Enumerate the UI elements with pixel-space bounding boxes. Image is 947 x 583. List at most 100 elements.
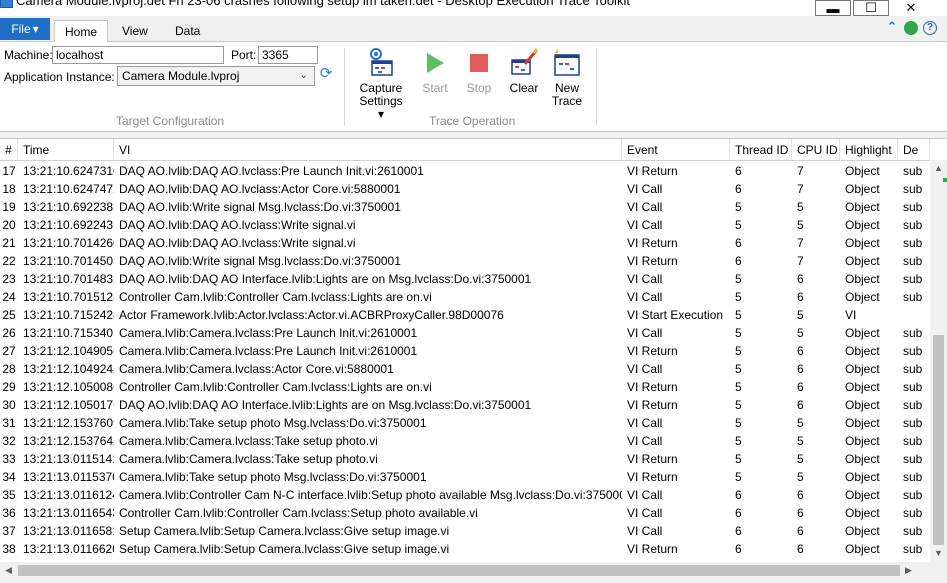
row-time: 13:21:13.0115141 [23,452,114,466]
table-row[interactable]: 23 13:21:10.7014832 DAQ AO.lvlib:DAQ AO In… [0,270,930,288]
clear-button[interactable]: Clear [506,48,542,95]
table-row[interactable]: 36 13:21:13.0116543 Controller Cam.lvlib:C… [0,504,930,522]
chevron-down-icon: ⌄ [299,70,308,81]
horizontal-scroll-thumb[interactable] [18,565,900,576]
scroll-marker [943,178,947,182]
row-highlight: Object [845,344,880,358]
row-event: VI Return [627,344,678,358]
table-header: # Time VI Event Thread ID CPU ID Highlig… [0,139,947,161]
table-row[interactable]: 35 13:21:13.0116124 Camera.lvlib:Controlle… [0,486,930,504]
start-button[interactable]: Start [418,48,452,95]
column-header-highlight[interactable]: Highlight [840,139,898,161]
table-row[interactable]: 20 13:21:10.6922431 DAQ AO.lvlib:DAQ AO.lv… [0,216,930,234]
row-details: sub [903,164,923,178]
column-header-thread-id[interactable]: Thread ID [730,139,792,161]
help-icon[interactable]: ? [923,21,937,35]
scroll-left-icon[interactable]: ◀ [0,562,17,579]
table-row[interactable]: 34 13:21:13.0115370 Camera.lvlib:Take setu… [0,468,930,486]
vertical-scroll-thumb[interactable] [933,335,944,545]
row-event: VI Call [627,272,663,286]
row-thread-id: 6 [735,506,742,520]
status-icons: ⌃ ? [885,20,937,35]
row-index: 34 [2,470,16,484]
table-row[interactable]: 32 13:21:12.1537642 Camera.lvlib:Camera.lv… [0,432,930,450]
table-row[interactable]: 24 13:21:10.7015128 Controller Cam.lvlib:C… [0,288,930,306]
column-header-time[interactable]: Time [18,139,114,161]
table-row[interactable]: 37 13:21:13.0116581 Setup Camera.lvlib:Set… [0,522,930,540]
file-menu-button[interactable]: File ▾ [0,18,50,40]
new-trace-button[interactable]: New Trace [550,48,584,108]
row-highlight: Object [845,362,880,376]
row-highlight: Object [845,434,880,448]
scroll-right-icon[interactable]: ▶ [900,562,917,579]
machine-label: Machine: [4,48,53,62]
row-event: VI Call [627,290,663,304]
row-time: 13:21:10.7152428 [23,308,114,322]
row-details: sub [903,182,923,196]
scroll-down-icon[interactable]: ▼ [930,545,947,562]
row-vi: Camera.lvlib:Camera.lvclass:Take setup p… [119,434,378,448]
row-highlight: Object [845,164,880,178]
refresh-icon[interactable]: ⟳ [318,66,334,82]
machine-input[interactable]: localhost [52,46,224,64]
tab-view[interactable]: View [112,20,158,42]
row-vi: DAQ AO.lvlib:Write signal Msg.lvclass:Do… [119,254,401,268]
minimize-button[interactable]: ▬ [815,0,851,16]
row-event: VI Return [627,380,678,394]
row-highlight: Object [845,452,880,466]
table-row[interactable]: 21 13:21:10.7014260 DAQ AO.lvlib:DAQ AO.lv… [0,234,930,252]
ribbon-panel: Machine: localhost Port: 3365 Applicatio… [0,42,947,132]
table-row[interactable]: 17 13:21:10.6247310 DAQ AO.lvlib:DAQ AO.lv… [0,162,930,180]
table-row[interactable]: 30 13:21:12.1050176 DAQ AO.lvlib:DAQ AO In… [0,396,930,414]
close-button[interactable]: ✕ [893,0,929,16]
row-highlight: Object [845,326,880,340]
table-row[interactable]: 27 13:21:12.1049056 Camera.lvlib:Camera.lv… [0,342,930,360]
row-thread-id: 5 [735,380,742,394]
row-vi: Camera.lvlib:Take setup photo Msg.lvclas… [119,470,427,484]
column-header-index[interactable]: # [0,139,18,161]
tab-home[interactable]: Home [54,20,109,43]
scroll-up-icon[interactable]: ▲ [930,160,947,177]
row-cpu-id: 5 [797,218,804,232]
capture-settings-button[interactable]: Capture Settings ▾ [356,48,406,121]
row-details: sub [903,272,923,286]
table-row[interactable]: 26 13:21:10.7153401 Camera.lvlib:Camera.lv… [0,324,930,342]
row-details: sub [903,398,923,412]
table-row[interactable]: 28 13:21:12.1049242 Camera.lvlib:Camera.lv… [0,360,930,378]
window-title: Camera Module.lvproj.det Fri 23-06 crash… [16,0,630,8]
tab-data[interactable]: Data [165,20,210,42]
collapse-ribbon-icon[interactable]: ⌃ [885,20,899,35]
row-vi: Setup Camera.lvlib:Setup Camera.lvclass:… [119,542,450,556]
column-header-vi[interactable]: VI [114,139,622,161]
maximize-button[interactable]: ☐ [853,0,889,16]
trace-operation-group-label: Trace Operation [429,114,516,128]
row-cpu-id: 6 [797,488,804,502]
row-time: 13:21:10.7015128 [23,290,114,304]
table-row[interactable]: 38 13:21:13.0116620 Setup Camera.lvlib:Set… [0,540,930,558]
port-input[interactable]: 3365 [258,46,318,64]
table-row[interactable]: 25 13:21:10.7152428 Actor Framework.lvlib:… [0,306,930,324]
row-details [898,306,930,324]
column-header-details[interactable]: De [898,139,930,161]
column-header-cpu-id[interactable]: CPU ID [792,139,840,161]
table-row[interactable]: 31 13:21:12.1537609 Camera.lvlib:Take setu… [0,414,930,432]
vertical-scrollbar[interactable]: ▲ ▼ [930,160,947,562]
row-index: 27 [2,344,16,358]
column-header-event[interactable]: Event [622,139,730,161]
row-thread-id: 5 [735,470,742,484]
table-row[interactable]: 19 13:21:10.6922383 DAQ AO.lvlib:Write sig… [0,198,930,216]
app-instance-select[interactable]: Camera Module.lvproj ⌄ [117,66,315,86]
row-thread-id: 5 [735,434,742,448]
capture-settings-label-line2: Settings ▾ [359,94,403,121]
table-row[interactable]: 33 13:21:13.0115141 Camera.lvlib:Camera.lv… [0,450,930,468]
row-vi: DAQ AO.lvlib:Write signal Msg.lvclass:Do… [119,200,401,214]
row-index: 31 [2,416,16,430]
table-row[interactable]: 22 13:21:10.7014503 DAQ AO.lvlib:Write sig… [0,252,930,270]
horizontal-scrollbar[interactable]: ◀ ▶ [0,562,930,579]
table-row[interactable]: 29 13:21:12.1050086 Controller Cam.lvlib:C… [0,378,930,396]
row-details: sub [903,362,923,376]
row-thread-id: 5 [735,308,742,322]
stop-button[interactable]: Stop [462,48,496,95]
row-highlight: Object [845,218,880,232]
table-row[interactable]: 18 13:21:10.6247472 DAQ AO.lvlib:DAQ AO.lv… [0,180,930,198]
